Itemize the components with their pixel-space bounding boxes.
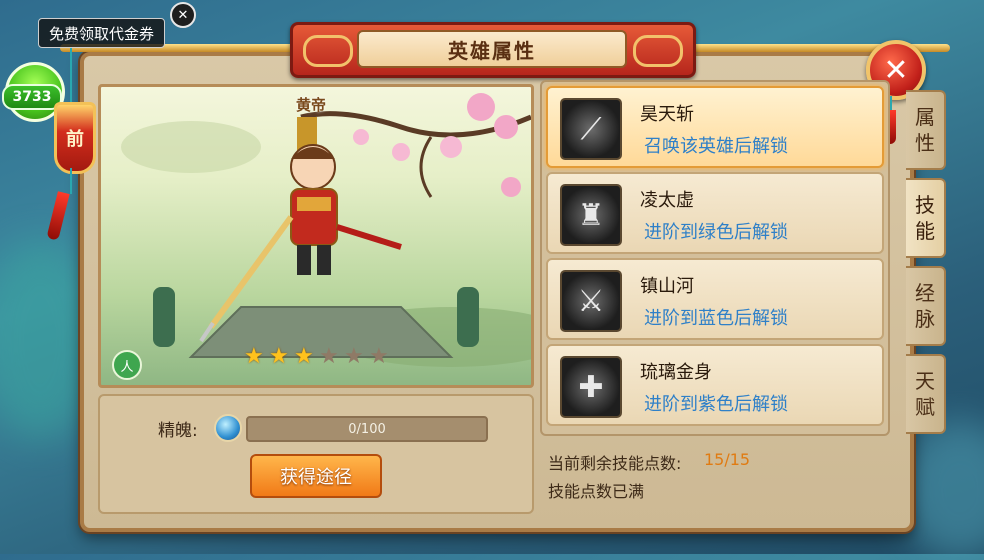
star-icon: ★ [369, 344, 389, 369]
star-icon: ★ [344, 344, 364, 369]
side-tab-char: 赋 [915, 395, 935, 419]
pendant-thread [70, 48, 72, 102]
skill-card[interactable]: ⟋ 昊天斩召唤该英雄后解锁 [546, 86, 884, 168]
close-tassel-thread [890, 96, 892, 110]
sword-icon: ⚔ [560, 270, 622, 332]
skill-name: 镇山河 [640, 276, 694, 297]
essence-progress-text: 0/100 [348, 421, 386, 437]
skill-name: 琉璃金身 [640, 362, 712, 383]
star-icon: ★ [319, 344, 339, 369]
hero-name: 黄帝 [296, 96, 327, 114]
cross-icon: ✚ [560, 356, 622, 418]
person-icon: 人 [120, 359, 134, 375]
title-banner: 英雄属性 [290, 22, 696, 78]
free-voucher-banner[interactable]: 免费领取代金券 [38, 18, 166, 48]
skill-card[interactable]: ♜ 凌太虚进阶到绿色后解锁 [546, 172, 884, 254]
side-tab-char: 属 [915, 105, 935, 129]
skill-unlock-status: 进阶到紫色后解锁 [644, 394, 788, 415]
pendant-button[interactable]: 前 [54, 102, 96, 174]
hero-star-rating: ★ ★ ★ ★ ★ ★ [244, 346, 391, 368]
warrior-icon: ♜ [560, 184, 622, 246]
page-title: 英雄属性 [357, 30, 627, 68]
hero-scene [121, 93, 531, 367]
voucher-text: 免费领取代金券 [49, 24, 155, 43]
skill-unlock-status: 召唤该英雄后解锁 [644, 136, 788, 157]
star-icon: ★ [269, 344, 289, 369]
element-badge: 人 [112, 350, 142, 380]
skill-points-label: 当前剩余技能点数: [548, 454, 682, 473]
side-tab[interactable]: 技能 [906, 178, 946, 258]
skill-name: 昊天斩 [640, 104, 694, 125]
obtain-source-button[interactable]: 获得途径 [250, 454, 382, 498]
essence-orb-icon [214, 414, 242, 442]
side-tab-char: 技 [915, 193, 935, 217]
slash-icon: ⟋ [560, 98, 622, 160]
pendant-thread-lower [70, 168, 72, 194]
banner-ornament-left [303, 35, 353, 67]
skill-unlock-status: 进阶到蓝色后解锁 [644, 308, 788, 329]
skill-name: 凌太虚 [640, 190, 694, 211]
star-icon: ★ [244, 344, 264, 369]
cherry-blossom-branch [300, 93, 531, 198]
skill-card[interactable]: ⚔ 镇山河进阶到蓝色后解锁 [546, 258, 884, 340]
close-icon: ✕ [177, 7, 189, 23]
side-tab[interactable]: 属性 [906, 90, 946, 170]
banner-ornament-right [633, 35, 683, 67]
side-tab-char: 脉 [915, 307, 935, 331]
essence-progress-bar: 0/100 [246, 416, 488, 442]
side-tab-char: 能 [915, 219, 935, 243]
hero-portrait [98, 84, 534, 388]
avatar-number: 3733 [2, 84, 62, 110]
pendant-tassel [46, 191, 70, 241]
skill-card[interactable]: ✚ 琉璃金身进阶到紫色后解锁 [546, 344, 884, 426]
jade-dragon-left [153, 287, 175, 347]
side-tab-char: 性 [915, 131, 935, 155]
skill-points-full-text: 技能点数已满 [548, 482, 645, 501]
side-tab-char: 经 [915, 281, 935, 305]
essence-label: 精魄: [158, 421, 198, 441]
skill-points-value: 15/15 [704, 450, 751, 469]
side-tab-char: 天 [915, 369, 935, 393]
jade-dragon-right [457, 287, 479, 347]
star-icon: ★ [294, 344, 314, 369]
skill-unlock-status: 进阶到绿色后解锁 [644, 222, 788, 243]
side-tab[interactable]: 天赋 [906, 354, 946, 434]
side-tab[interactable]: 经脉 [906, 266, 946, 346]
pendant-label: 前 [66, 129, 84, 150]
voucher-close-button[interactable]: ✕ [170, 2, 196, 28]
